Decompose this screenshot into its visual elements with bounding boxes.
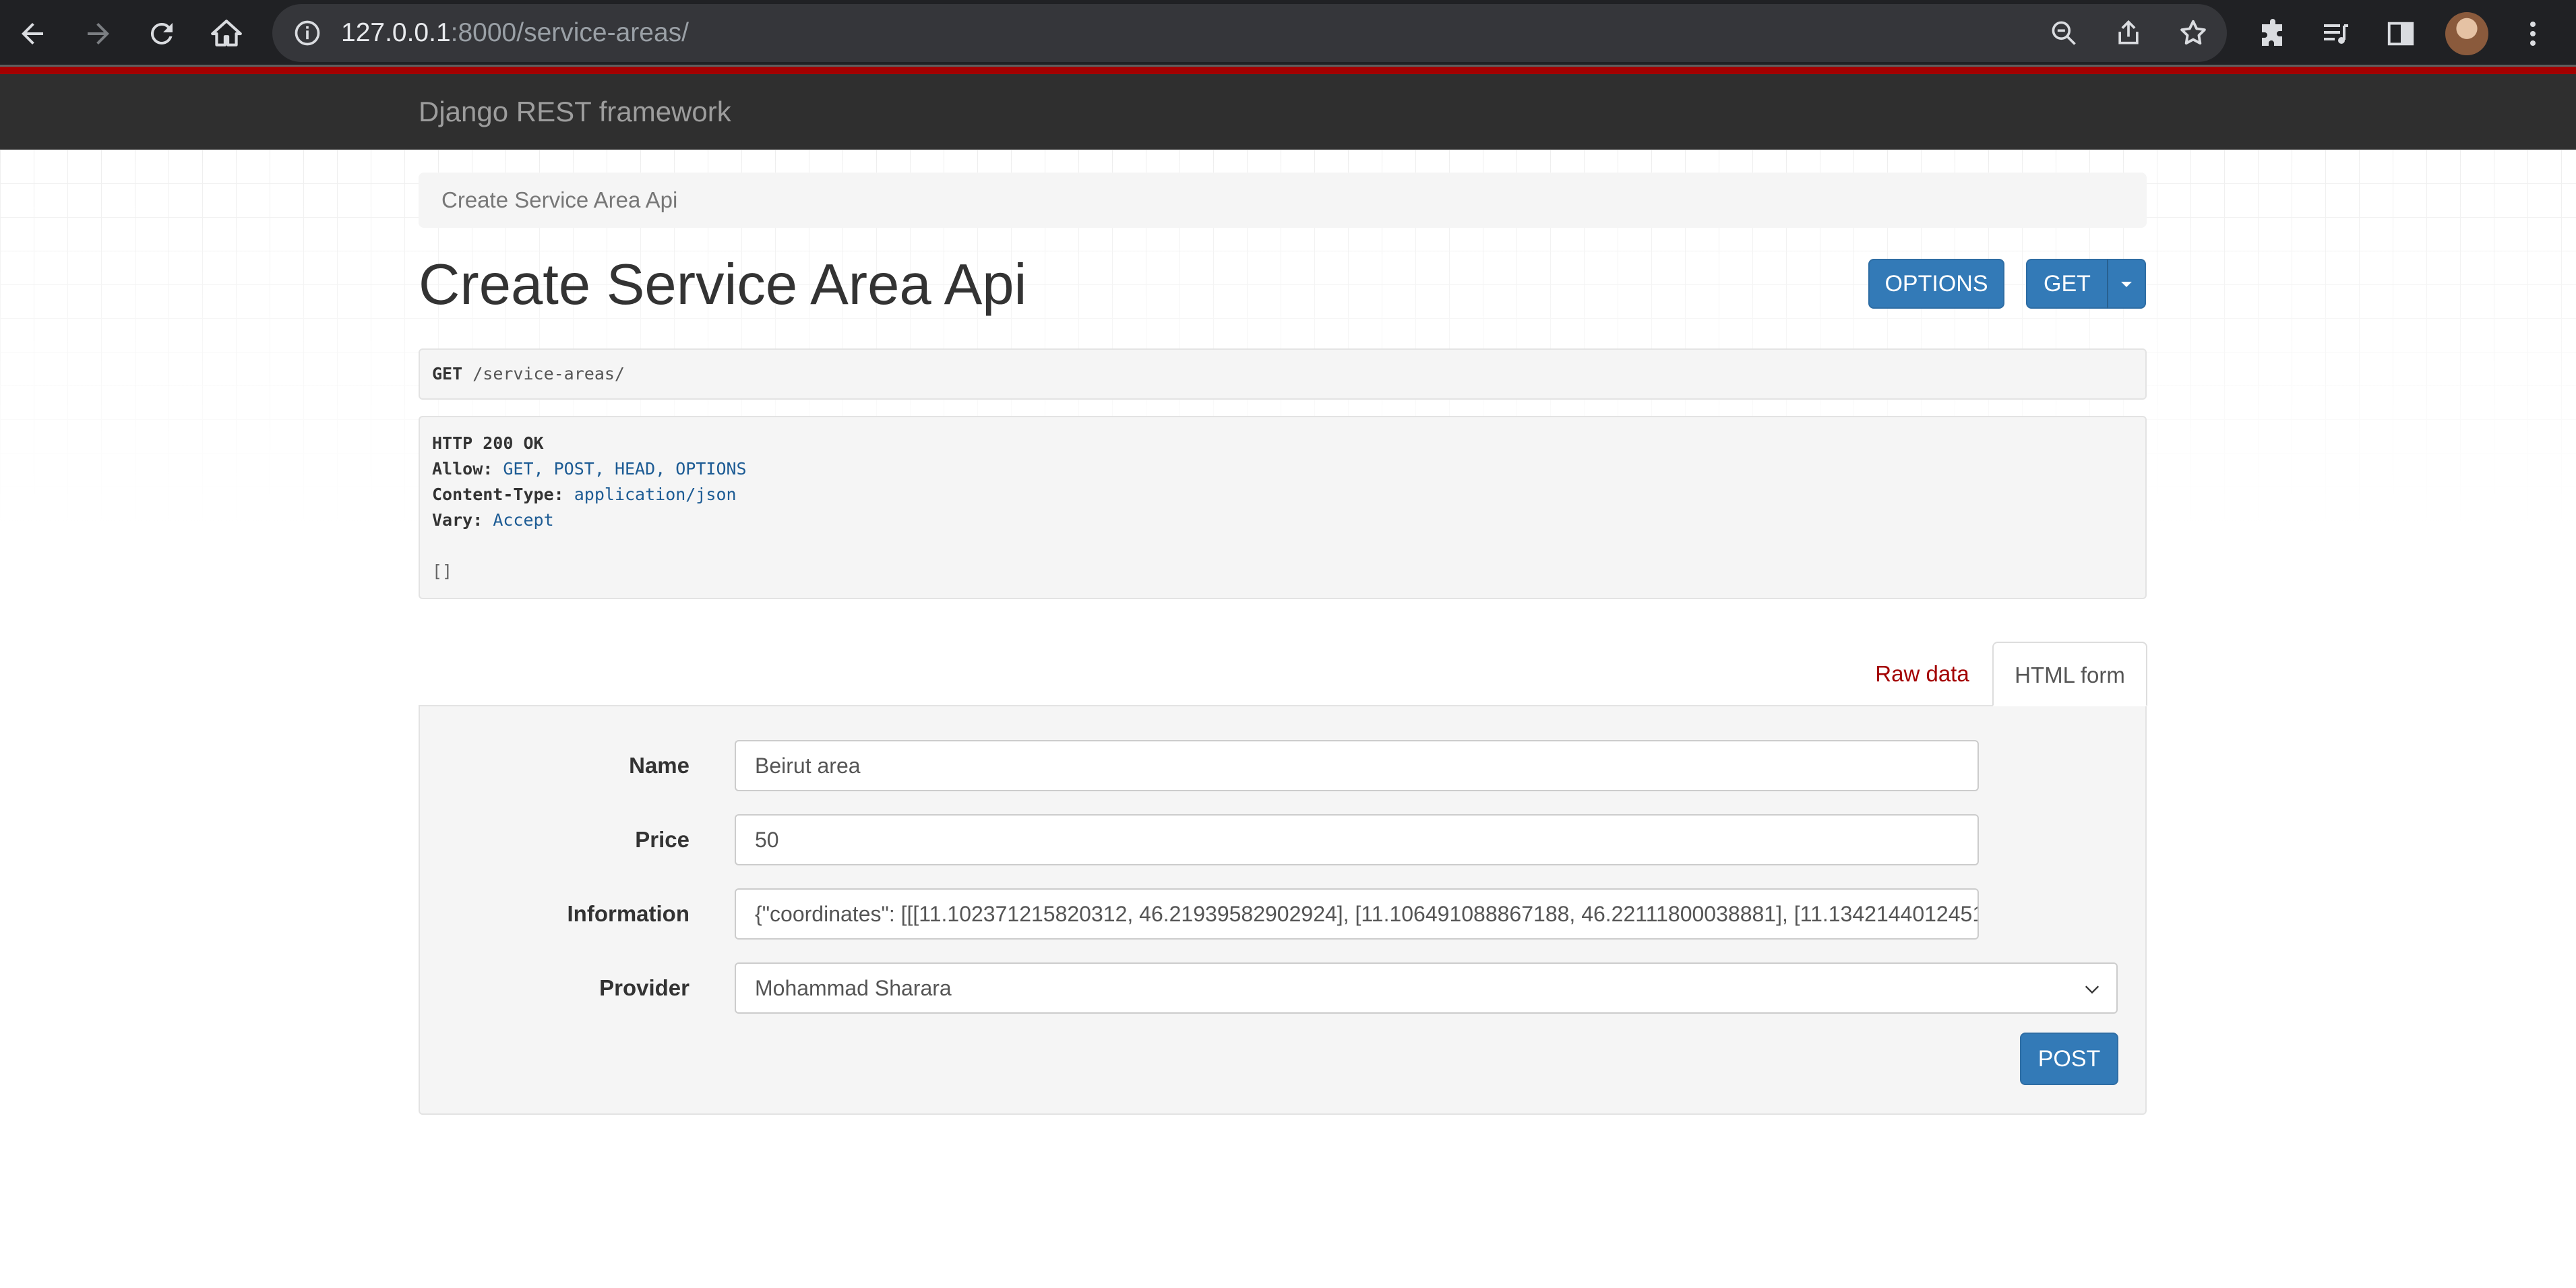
post-button[interactable]: POST [2020, 1033, 2118, 1085]
request-line: GET /service-areas/ [432, 364, 625, 384]
kebab-menu-icon[interactable] [2509, 9, 2557, 58]
extensions-icon[interactable] [2248, 9, 2297, 58]
response-header-allow: Allow: GET, POST, HEAD, OPTIONS [432, 459, 747, 479]
tab-html-form[interactable]: HTML form [1992, 642, 2147, 706]
response-body: [] [432, 561, 453, 581]
browser-toolbar: 127.0.0.1:8000/service-areas/ [0, 0, 2576, 67]
breadcrumb: Create Service Area Api [419, 173, 2147, 228]
back-icon[interactable] [8, 9, 57, 58]
response-info: HTTP 200 OK Allow: GET, POST, HEAD, OPTI… [419, 416, 2147, 599]
price-field[interactable]: 50 [735, 814, 1979, 865]
information-label: Information [567, 901, 689, 926]
drf-navbar: Django REST framework [0, 74, 2576, 150]
get-button[interactable]: GET [2026, 259, 2108, 309]
address-bar[interactable]: 127.0.0.1:8000/service-areas/ [272, 4, 2227, 62]
options-button[interactable]: OPTIONS [1868, 259, 2004, 309]
site-info-icon[interactable] [291, 17, 324, 49]
response-header-vary: Vary: Accept [432, 510, 554, 530]
brand-link[interactable]: Django REST framework [419, 74, 731, 150]
provider-select[interactable]: Mohammad Sharara [735, 962, 2118, 1014]
bookmark-star-icon[interactable] [2177, 17, 2209, 49]
information-field[interactable]: {"coordinates": [[[11.102371215820312, 4… [735, 888, 1979, 940]
share-icon[interactable] [2112, 17, 2145, 49]
zoom-icon[interactable] [2048, 17, 2080, 49]
get-format-dropdown[interactable] [2107, 259, 2146, 309]
reload-icon[interactable] [137, 9, 186, 58]
side-panel-icon[interactable] [2376, 9, 2425, 58]
provider-label: Provider [599, 975, 689, 1000]
response-header-content-type: Content-Type: application/json [432, 485, 737, 504]
response-status: HTTP 200 OK [432, 433, 544, 453]
name-field[interactable]: Beirut area [735, 740, 1979, 791]
page-title: Create Service Area Api [419, 253, 1027, 317]
provider-selected-value: Mohammad Sharara [755, 976, 952, 1000]
chevron-down-icon [2085, 985, 2099, 994]
request-info: GET /service-areas/ [419, 348, 2147, 400]
post-form: Name Beirut area Price 50 Information {"… [419, 705, 2147, 1115]
home-icon[interactable] [202, 9, 251, 58]
profile-avatar[interactable] [2445, 12, 2488, 55]
breadcrumb-item-current: Create Service Area Api [441, 187, 678, 212]
forward-icon[interactable] [74, 9, 123, 58]
caret-down-icon [2121, 282, 2132, 287]
tab-raw-data[interactable]: Raw data [1863, 642, 1982, 706]
price-label: Price [635, 827, 689, 852]
name-label: Name [629, 753, 689, 778]
url-text: 127.0.0.1:8000/service-areas/ [341, 18, 689, 47]
media-queue-icon[interactable] [2312, 9, 2360, 58]
